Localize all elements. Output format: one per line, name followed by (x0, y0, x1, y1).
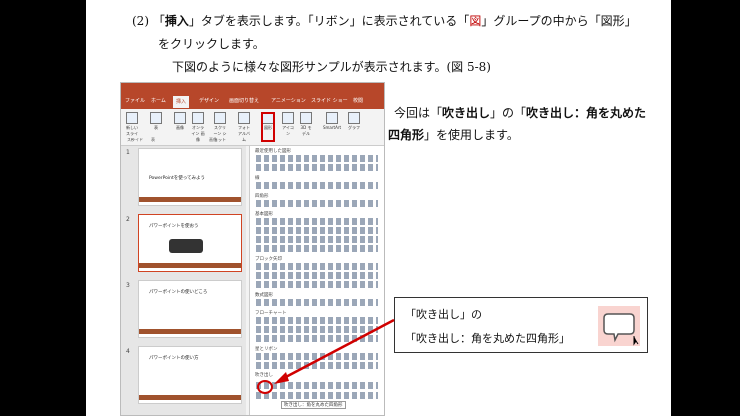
shape-row[interactable] (256, 236, 378, 243)
instruction-line-1: (2) 「挿入」タブを表示します。「リボン」に表示されている「図」グループの中か… (132, 14, 637, 28)
slide-thumbnail-3[interactable]: パワーポイントの使いどころ (138, 280, 242, 338)
shape-row[interactable] (256, 326, 378, 333)
shape-row[interactable] (256, 245, 378, 252)
gallery-header-lines: 線 (255, 176, 260, 181)
tab-transitions[interactable]: 画面切り替え (229, 97, 259, 104)
shape-row[interactable] (256, 317, 378, 324)
annotation-line-2: 「吹き出し：角を丸めた四角形」 (405, 332, 570, 345)
title-bar (121, 83, 384, 95)
gallery-header-basic: 基本図形 (255, 212, 273, 217)
tab-slideshow[interactable]: スライド ショー (311, 97, 348, 104)
picture-button[interactable]: 画像 (173, 112, 187, 131)
gallery-header-stars: 星とリボン (255, 347, 278, 352)
slide-image (169, 239, 203, 253)
slide-bar (139, 197, 241, 202)
group-table-label: 表 (151, 137, 155, 142)
instruction-line-3: 下図のように様々な図形サンプルが表示されます。(図 5-8) (172, 60, 491, 74)
side-text-line-1: 今回は「吹き出し」の「吹き出し：角を丸めた (394, 106, 647, 120)
slide-title: パワーポイントの使いどころ (149, 290, 208, 295)
smartart-icon (326, 112, 338, 124)
gallery-header-recent: 最近使用した図形 (255, 149, 291, 154)
shape-row[interactable] (256, 362, 378, 369)
new-slide-icon (126, 112, 138, 124)
shape-row[interactable] (256, 164, 378, 171)
document-page: (2) 「挿入」タブを表示します。「リボン」に表示されている「図」グループの中か… (86, 0, 671, 416)
3d-model-icon (300, 112, 312, 124)
shape-row[interactable] (256, 281, 378, 288)
tab-insert[interactable]: 挿入 (173, 96, 190, 108)
chart-button[interactable]: グラフ (347, 112, 361, 131)
photo-album-icon (238, 112, 250, 124)
shape-row[interactable] (256, 155, 378, 162)
slide-bar (139, 395, 241, 400)
3d-models-button[interactable]: 3D モデル (299, 112, 313, 137)
shape-row[interactable] (256, 382, 378, 389)
slide-number: 2 (126, 216, 130, 223)
instruction-line-2: をクリックします。 (158, 37, 265, 51)
slide-number: 4 (126, 348, 130, 355)
group-images-label: 画像 (209, 137, 217, 142)
shape-row[interactable] (256, 218, 378, 225)
gallery-header-rectangles: 四角形 (255, 194, 269, 199)
tab-file[interactable]: ファイル (125, 97, 145, 104)
shape-row[interactable] (256, 335, 378, 342)
powerpoint-screenshot: ファイル ホーム 挿入 デザイン 画面切り替え アニメーション スライド ショー… (120, 82, 385, 416)
shape-row[interactable] (256, 263, 378, 270)
slide-title: パワーポイントの使い方 (149, 356, 199, 361)
shape-row[interactable] (256, 353, 378, 360)
shape-row[interactable] (256, 272, 378, 279)
icons-button[interactable]: アイコン (281, 112, 295, 137)
shape-row[interactable] (256, 392, 378, 399)
gallery-header-callouts: 吹き出し (255, 373, 273, 378)
slide-thumbnail-1[interactable]: PowerPointを使ってみよう (138, 148, 242, 206)
photo-album-button[interactable]: フォト アルバム (237, 112, 251, 143)
rounded-rect-callout-icon (598, 306, 640, 346)
slide-thumbnail-2[interactable]: パワーポイントを使おう (138, 214, 242, 272)
slide-title: パワーポイントを使おう (149, 224, 199, 229)
slide-number: 1 (126, 149, 130, 156)
shapes-highlight (261, 112, 275, 142)
table-button[interactable]: 表 (149, 112, 163, 131)
slide-title: PowerPointを使ってみよう (149, 176, 206, 181)
tab-review[interactable]: 校閲 (353, 97, 363, 104)
slide-bar (139, 329, 241, 334)
ribbon-tabs: ファイル ホーム 挿入 デザイン 画面切り替え アニメーション スライド ショー… (121, 95, 384, 109)
shapes-gallery: 最近使用した図形 線 四角形 基本図形 ブロック矢印 数式図形 フローチャート … (249, 146, 384, 415)
chart-icon (348, 112, 360, 124)
side-text-line-2: 四角形」を使用します。 (388, 128, 519, 142)
icons-icon (282, 112, 294, 124)
ribbon: 新しい スライド 表 画像 オンライン 画像 スクリーン ショット フォト アル… (121, 109, 384, 146)
tab-design[interactable]: デザイン (199, 97, 219, 104)
shape-tooltip: 吹き出し：角を丸めた四角形 (281, 401, 346, 409)
gallery-header-block-arrows: ブロック矢印 (255, 257, 282, 262)
slide-bar (139, 263, 241, 268)
slide-thumbnail-4[interactable]: パワーポイントの使い方 (138, 346, 242, 404)
table-icon (150, 112, 162, 124)
shape-row[interactable] (256, 200, 378, 207)
gallery-header-equation: 数式図形 (255, 293, 273, 298)
online-picture-icon (192, 112, 204, 124)
group-slides-label: スライド (127, 137, 143, 142)
shape-row[interactable] (256, 227, 378, 234)
callout-annotation-box: 「吹き出し」の 「吹き出し：角を丸めた四角形」 (394, 297, 648, 353)
shape-row[interactable] (256, 299, 378, 306)
annotation-line-1: 「吹き出し」の (405, 308, 482, 321)
screenshot-icon (214, 112, 226, 124)
slide-number: 3 (126, 282, 130, 289)
tab-home[interactable]: ホーム (151, 97, 166, 104)
callout-shape-highlight[interactable] (257, 380, 273, 394)
slide-thumbnails-pane: 1 PowerPointを使ってみよう 2 パワーポイントを使おう 3 パワーポ… (121, 146, 246, 415)
online-picture-button[interactable]: オンライン 画像 (191, 112, 205, 143)
shape-row[interactable] (256, 182, 378, 189)
picture-icon (174, 112, 186, 124)
tab-animations[interactable]: アニメーション (271, 97, 306, 104)
smartart-button[interactable]: SmartArt (321, 112, 343, 130)
gallery-header-flowchart: フローチャート (255, 311, 287, 316)
